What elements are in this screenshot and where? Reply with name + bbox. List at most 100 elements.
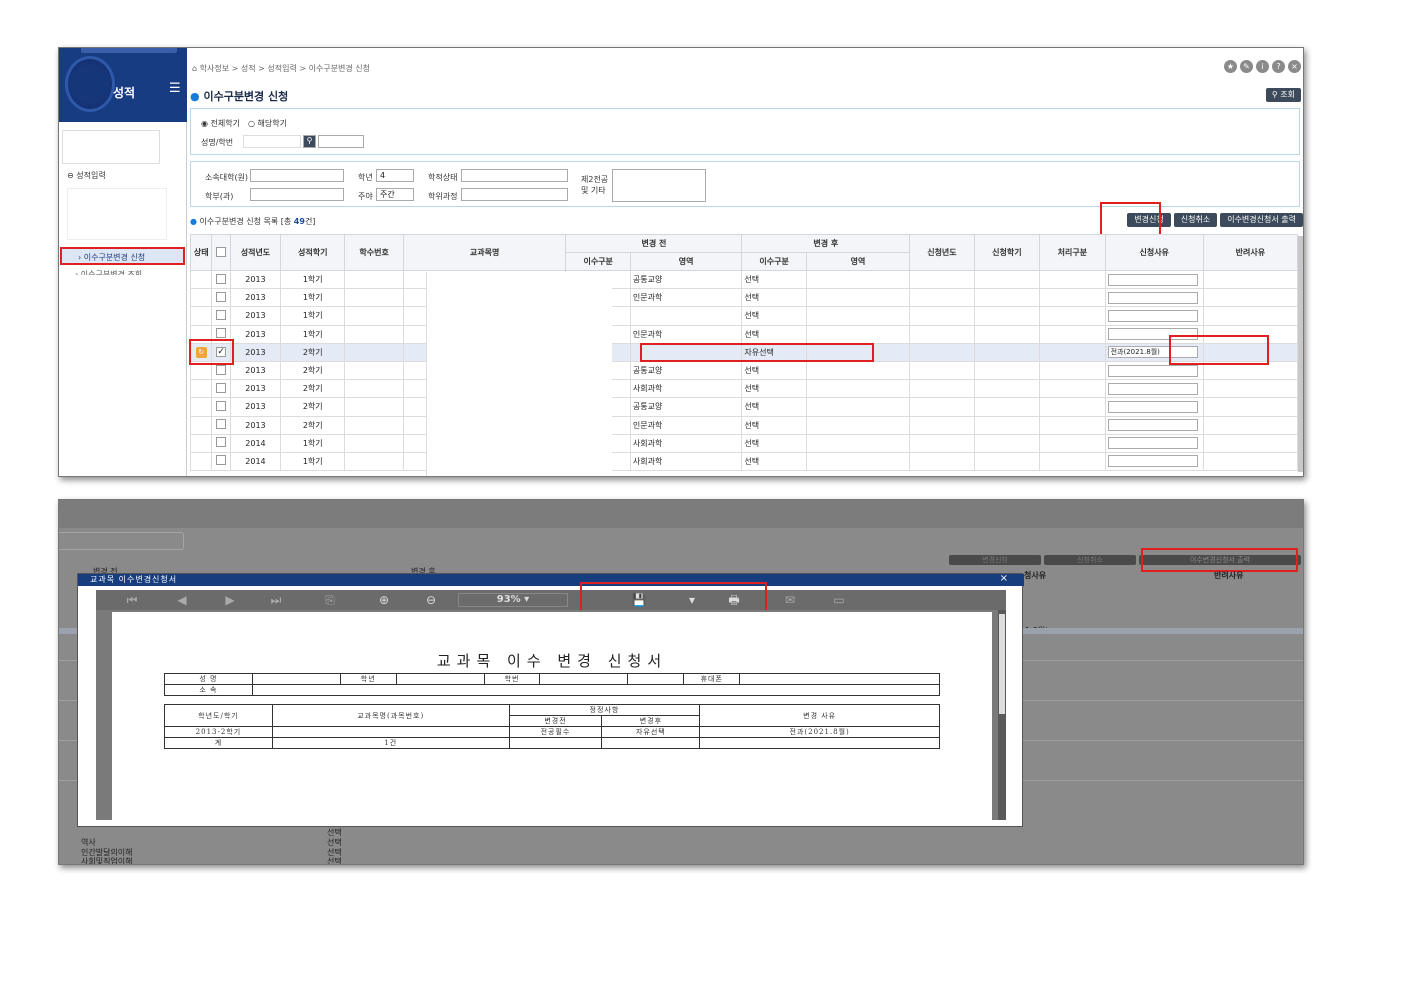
row-checkbox-cell[interactable] [211, 324, 231, 344]
search-icon[interactable]: ⚲ [303, 135, 316, 148]
favorite-icon[interactable]: ★ [1224, 60, 1237, 73]
main-content: ⌂ 학사정보 > 성적 > 성적입력 > 이수구분변경 신청 ★ ✎ i ? ×… [187, 48, 1303, 476]
row-checkbox-cell[interactable] [211, 451, 231, 472]
help-icon[interactable]: ? [1272, 60, 1285, 73]
reason-input[interactable] [1107, 291, 1198, 304]
last-page-icon[interactable]: ⏭ [268, 593, 284, 607]
document-scrollbar-thumb[interactable] [999, 614, 1005, 714]
row-checkbox[interactable] [216, 437, 227, 448]
table-row[interactable]: 20132학기선택교양사회과학선택 [189, 379, 1299, 399]
row-checkbox-cell[interactable] [211, 379, 231, 399]
total-value: 1건 [271, 737, 510, 749]
row-checkbox[interactable]: ✓ [216, 347, 227, 358]
row-checkbox[interactable] [216, 455, 227, 466]
row-after-category[interactable]: 선택 [741, 324, 807, 344]
name-id-input[interactable] [243, 135, 301, 148]
name-result-field[interactable] [318, 135, 364, 148]
fit-icon[interactable]: ▭ [831, 593, 847, 607]
close-icon[interactable]: × [1288, 60, 1301, 73]
table-row[interactable]: 20132학기선택교양인문과학선택 [189, 415, 1299, 435]
row-checkbox[interactable] [216, 382, 227, 393]
row-after-category[interactable]: 선택 [741, 288, 807, 308]
reason-input[interactable] [1107, 437, 1198, 450]
row-checkbox-cell[interactable] [211, 397, 231, 417]
reason-input[interactable] [1107, 273, 1198, 286]
table-row[interactable]: 20132학기교양공통공통교양선택 [189, 397, 1299, 417]
reason-input[interactable] [1107, 400, 1198, 413]
reason-input[interactable] [1107, 364, 1198, 377]
col-select-all[interactable] [211, 234, 231, 271]
home-icon[interactable]: ⌂ [192, 64, 200, 73]
hamburger-icon[interactable]: ☰ [169, 81, 181, 96]
table-row[interactable]: 20131학기선택교양인문과학선택 [189, 324, 1299, 344]
mail-icon[interactable]: ✉ [782, 593, 798, 607]
document-scrollbar[interactable] [998, 610, 1006, 820]
print-icon[interactable]: 🖶 [726, 593, 742, 607]
row-checkbox[interactable] [216, 309, 227, 320]
table-row[interactable]: ↻✓20132학기전공필수자유선택전과(2021.8월) [189, 342, 1299, 362]
radio-current-term[interactable]: ○ 해당학기 [248, 118, 287, 129]
row-checkbox-cell[interactable] [211, 415, 231, 435]
reason-input[interactable] [1107, 455, 1198, 468]
reason-input[interactable] [1107, 328, 1198, 341]
row-checkbox[interactable] [216, 328, 227, 339]
table-row[interactable]: 20141학기선택교양사회과학선택 [189, 433, 1299, 453]
row-after-category[interactable]: 선택 [741, 360, 807, 381]
select-all-checkbox[interactable] [216, 246, 227, 257]
close-icon[interactable]: × [1000, 573, 1008, 584]
info-icon[interactable]: i [1256, 60, 1269, 73]
table-row[interactable]: 20131학기교양공통공통교양선택 [189, 269, 1299, 290]
save-icon[interactable]: 💾 [631, 593, 647, 607]
zoom-select[interactable]: 93% ▾ [458, 593, 568, 607]
prev-page-icon[interactable]: ◀ [174, 593, 190, 607]
cancel-apply-button[interactable]: 신청취소 [1173, 213, 1218, 227]
row-year: 2013 [229, 415, 282, 435]
reason-input[interactable] [1107, 382, 1198, 395]
zoom-in-icon[interactable]: ⊕ [376, 593, 392, 607]
table-row[interactable]: 20132학기교양공통공통교양선택 [189, 360, 1299, 381]
row-after-category[interactable]: 선택 [741, 433, 807, 453]
sidebar-search-box[interactable] [62, 130, 160, 164]
row-checkbox-cell[interactable] [211, 288, 231, 308]
row-after-category[interactable]: 선택 [741, 306, 807, 326]
sidebar-item-category-change-apply[interactable]: › 이수구분변경 신청 [60, 247, 185, 265]
table-row[interactable]: 20131학기선택교양인문과학선택 [189, 288, 1299, 308]
sidebar-item-category-change-inquiry[interactable]: › 이수구분변경 조회 [75, 269, 142, 275]
row-checkbox[interactable] [216, 273, 227, 284]
reason-input[interactable] [1107, 419, 1198, 432]
row-checkbox[interactable] [216, 400, 227, 411]
row-checkbox-cell[interactable]: ✓ [211, 342, 231, 362]
print-form-button[interactable]: 이수변경신청서 출력 [1220, 213, 1303, 227]
next-page-icon[interactable]: ▶ [222, 593, 238, 607]
row-checkbox-cell[interactable] [211, 360, 231, 381]
row-checkbox[interactable] [216, 291, 227, 302]
table-scrollbar[interactable] [1298, 236, 1303, 472]
radio-all-terms[interactable]: ◉ 전체학기 [201, 118, 240, 129]
row-after-area [805, 324, 911, 344]
row-after-category[interactable]: 선택 [741, 415, 807, 435]
row-checkbox[interactable] [216, 364, 227, 375]
first-page-icon[interactable]: ⏮ [124, 593, 140, 607]
chevron-down-icon[interactable]: ▾ [684, 593, 700, 607]
row-checkbox-cell[interactable] [211, 269, 231, 290]
row-after-category[interactable]: 자유선택 [741, 342, 807, 362]
table-row[interactable]: 20131학기전공필수선택 [189, 306, 1299, 326]
row-checkbox-cell[interactable] [211, 433, 231, 453]
row-after-category[interactable]: 선택 [741, 379, 807, 399]
query-button[interactable]: ⚲ 조회 [1265, 88, 1301, 102]
row-year: 2013 [229, 306, 282, 326]
total-blank [699, 737, 940, 749]
row-after-category[interactable]: 선택 [741, 269, 807, 290]
row-after-category[interactable]: 선택 [741, 397, 807, 417]
table-row[interactable]: 20141학기선택교양사회과학선택 [189, 451, 1299, 472]
row-after-category[interactable]: 선택 [741, 451, 807, 472]
copy-icon[interactable]: ⎘ [322, 593, 338, 607]
row-checkbox[interactable] [216, 419, 227, 430]
zoom-out-icon[interactable]: ⊖ [423, 593, 439, 607]
reason-input[interactable] [1107, 309, 1198, 322]
row-checkbox-cell[interactable] [211, 306, 231, 326]
reason-input[interactable]: 전과(2021.8월) [1107, 346, 1198, 359]
apply-change-button[interactable]: 변경신청 [1127, 213, 1171, 227]
edit-icon[interactable]: ✎ [1240, 60, 1253, 73]
sidebar-group-grade-input[interactable]: ⊖ 성적입력 [67, 170, 106, 181]
